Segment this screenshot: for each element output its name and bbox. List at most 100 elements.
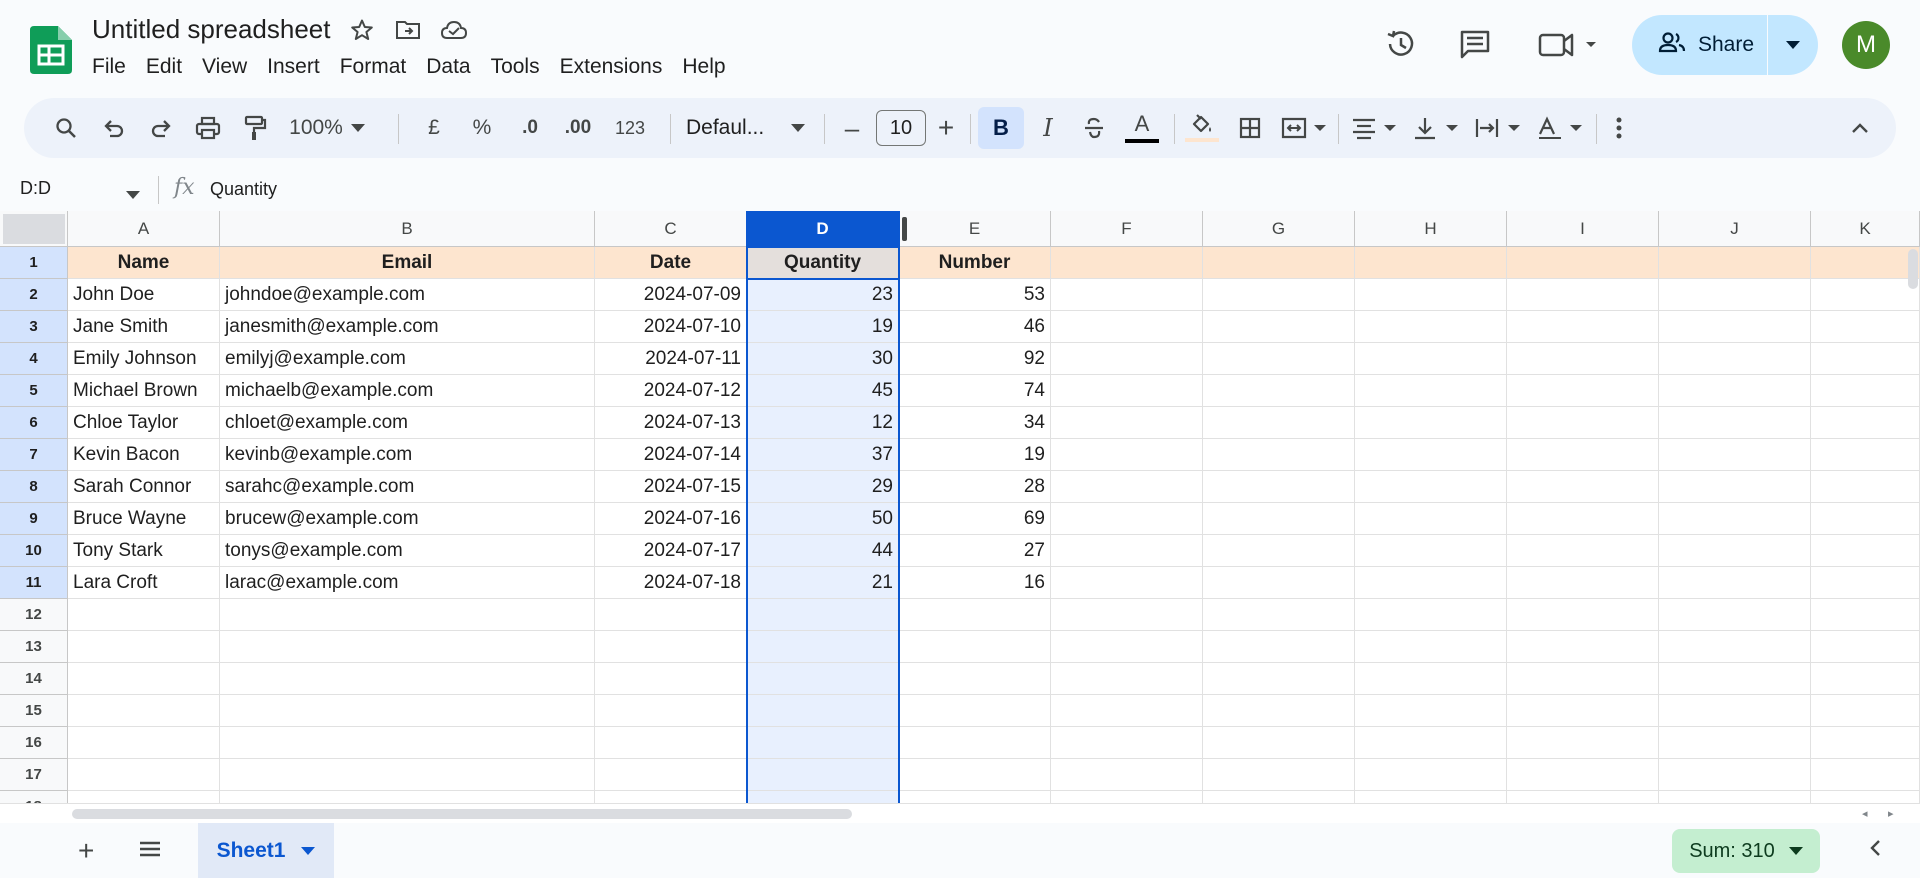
cell-a14[interactable] — [68, 663, 220, 695]
cell-b13[interactable] — [220, 631, 595, 663]
cell-b6[interactable]: chloet@example.com — [220, 407, 595, 439]
increase-font-size-button[interactable]: + — [928, 98, 964, 158]
undo-icon[interactable] — [94, 98, 134, 158]
search-menus-icon[interactable] — [46, 98, 86, 158]
cell-c13[interactable] — [595, 631, 747, 663]
cell-a18[interactable] — [68, 791, 220, 803]
move-to-folder-icon[interactable] — [394, 16, 422, 44]
cell-k11[interactable] — [1811, 567, 1920, 599]
cell-b1[interactable]: Email — [220, 247, 595, 279]
borders-icon[interactable] — [1230, 98, 1270, 158]
share-button[interactable]: Share — [1632, 15, 1767, 75]
cell-i17[interactable] — [1507, 759, 1659, 791]
row-header-16[interactable]: 16 — [0, 727, 68, 759]
cell-b15[interactable] — [220, 695, 595, 727]
cell-a3[interactable]: Jane Smith — [68, 311, 220, 343]
cell-i13[interactable] — [1507, 631, 1659, 663]
cell-d18[interactable] — [747, 791, 899, 803]
cell-c11[interactable]: 2024-07-18 — [595, 567, 747, 599]
cell-i6[interactable] — [1507, 407, 1659, 439]
cell-f5[interactable] — [1051, 375, 1203, 407]
cell-c6[interactable]: 2024-07-13 — [595, 407, 747, 439]
cell-g17[interactable] — [1203, 759, 1355, 791]
cell-c14[interactable] — [595, 663, 747, 695]
cell-k4[interactable] — [1811, 343, 1920, 375]
menu-tools[interactable]: Tools — [491, 55, 551, 79]
cell-j17[interactable] — [1659, 759, 1811, 791]
cell-c1[interactable]: Date — [595, 247, 747, 279]
cell-a8[interactable]: Sarah Connor — [68, 471, 220, 503]
cell-e13[interactable] — [899, 631, 1051, 663]
strikethrough-icon[interactable] — [1074, 98, 1114, 158]
cell-j11[interactable] — [1659, 567, 1811, 599]
decrease-font-size-button[interactable]: – — [834, 98, 870, 158]
sum-explore-button[interactable]: Sum: 310 — [1672, 829, 1820, 873]
horizontal-align-icon[interactable] — [1346, 98, 1402, 158]
cell-e14[interactable] — [899, 663, 1051, 695]
cell-f11[interactable] — [1051, 567, 1203, 599]
cell-d11[interactable]: 21 — [747, 567, 899, 599]
cell-j2[interactable] — [1659, 279, 1811, 311]
percent-format-button[interactable]: % — [464, 98, 500, 158]
menu-edit[interactable]: Edit — [146, 55, 193, 79]
cell-c3[interactable]: 2024-07-10 — [595, 311, 747, 343]
share-options-dropdown[interactable] — [1768, 15, 1818, 75]
cell-d10[interactable]: 44 — [747, 535, 899, 567]
cell-k15[interactable] — [1811, 695, 1920, 727]
cell-j13[interactable] — [1659, 631, 1811, 663]
cell-c5[interactable]: 2024-07-12 — [595, 375, 747, 407]
cell-c17[interactable] — [595, 759, 747, 791]
cell-g9[interactable] — [1203, 503, 1355, 535]
cell-a16[interactable] — [68, 727, 220, 759]
cell-k13[interactable] — [1811, 631, 1920, 663]
currency-format-button[interactable]: £ — [416, 98, 452, 158]
collapse-toolbar-icon[interactable] — [1842, 98, 1878, 158]
cell-e3[interactable]: 46 — [899, 311, 1051, 343]
cell-h11[interactable] — [1355, 567, 1507, 599]
fill-color-button[interactable] — [1180, 98, 1224, 158]
cell-j5[interactable] — [1659, 375, 1811, 407]
cell-f1[interactable] — [1051, 247, 1203, 279]
cell-d8[interactable]: 29 — [747, 471, 899, 503]
formula-input[interactable]: Quantity — [210, 179, 277, 200]
cell-d9[interactable]: 50 — [747, 503, 899, 535]
cell-h5[interactable] — [1355, 375, 1507, 407]
cell-k6[interactable] — [1811, 407, 1920, 439]
cell-g14[interactable] — [1203, 663, 1355, 695]
column-header-b[interactable]: B — [220, 211, 595, 247]
cell-k7[interactable] — [1811, 439, 1920, 471]
cell-e9[interactable]: 69 — [899, 503, 1051, 535]
cell-k2[interactable] — [1811, 279, 1920, 311]
cell-g8[interactable] — [1203, 471, 1355, 503]
cell-g7[interactable] — [1203, 439, 1355, 471]
cell-f17[interactable] — [1051, 759, 1203, 791]
spreadsheet-grid[interactable]: A B C D E F G H I J K 1 Name Email Date Quantity Number 2… — [0, 211, 1920, 803]
cell-d3[interactable]: 19 — [747, 311, 899, 343]
cell-g16[interactable] — [1203, 727, 1355, 759]
column-header-f[interactable]: F — [1051, 211, 1203, 247]
cell-k17[interactable] — [1811, 759, 1920, 791]
cell-g1[interactable] — [1203, 247, 1355, 279]
row-header-7[interactable]: 7 — [0, 439, 68, 471]
row-header-1[interactable]: 1 — [0, 247, 68, 279]
cell-c8[interactable]: 2024-07-15 — [595, 471, 747, 503]
cell-a6[interactable]: Chloe Taylor — [68, 407, 220, 439]
cell-i15[interactable] — [1507, 695, 1659, 727]
cell-j4[interactable] — [1659, 343, 1811, 375]
cell-e12[interactable] — [899, 599, 1051, 631]
meet-video-icon[interactable] — [1538, 27, 1598, 61]
scroll-left-arrow[interactable]: ◂ — [1862, 807, 1868, 820]
cell-i4[interactable] — [1507, 343, 1659, 375]
text-rotation-icon[interactable] — [1532, 98, 1588, 158]
cell-d16[interactable] — [747, 727, 899, 759]
cell-k8[interactable] — [1811, 471, 1920, 503]
column-header-d[interactable]: D — [747, 211, 899, 247]
row-header-4[interactable]: 4 — [0, 343, 68, 375]
cell-k1[interactable] — [1811, 247, 1920, 279]
cell-e1[interactable]: Number — [899, 247, 1051, 279]
cell-h14[interactable] — [1355, 663, 1507, 695]
sheet-tab[interactable]: Sheet1 — [198, 823, 334, 878]
cell-g12[interactable] — [1203, 599, 1355, 631]
cell-e18[interactable] — [899, 791, 1051, 803]
font-size-input[interactable]: 10 — [876, 110, 926, 146]
